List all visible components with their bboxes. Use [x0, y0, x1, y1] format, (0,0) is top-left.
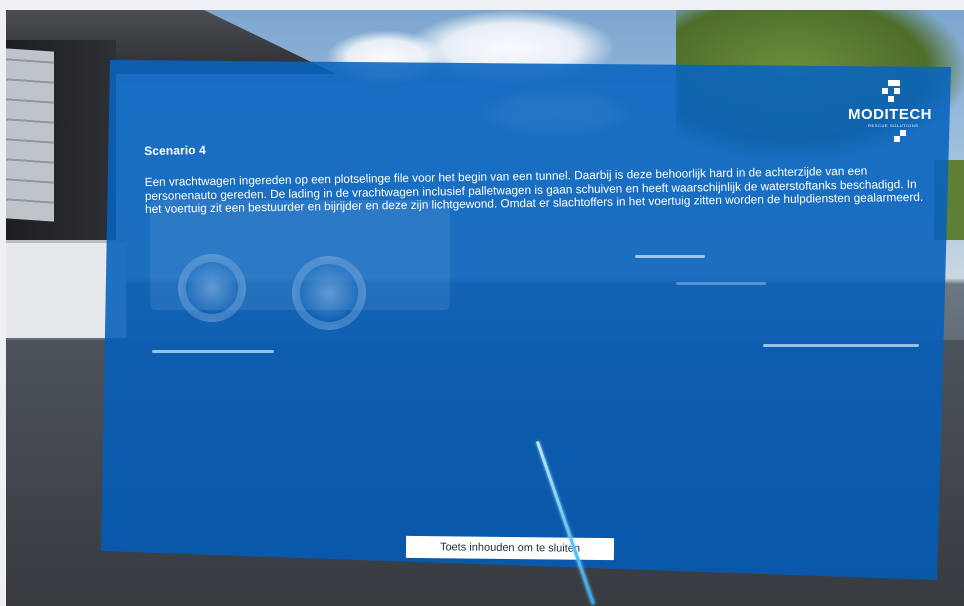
cloud	[406, 10, 616, 85]
logo-tagline: RESCUE SOLUTIONS	[868, 123, 919, 128]
truck-trailer	[6, 240, 126, 338]
hold-to-close-button[interactable]: Toets inhouden om te sluiten	[405, 535, 615, 561]
vr-viewport	[6, 10, 964, 606]
glass-wall	[6, 48, 54, 222]
logo-wordmark: MODITECH	[848, 106, 932, 123]
grass	[934, 160, 964, 240]
road	[6, 340, 964, 606]
moditech-logo: MODITECH RESCUE SOLUTIONS	[848, 78, 940, 142]
cloud	[476, 88, 636, 138]
